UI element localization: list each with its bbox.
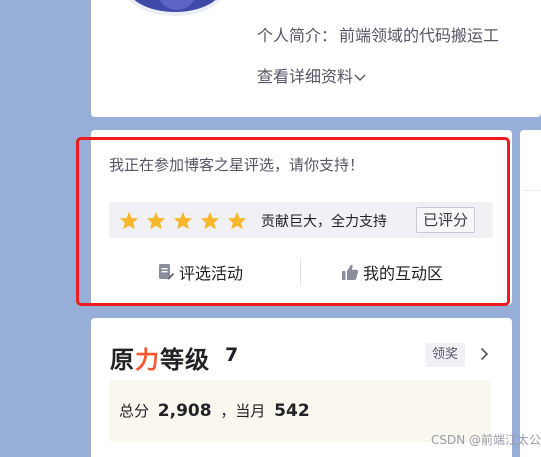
rated-badge: 已评分	[416, 207, 476, 233]
vote-activity-label: 评选活动	[179, 264, 244, 283]
thumbs-up-icon	[342, 264, 359, 280]
chevron-right-icon[interactable]	[480, 347, 489, 361]
avatar[interactable]	[123, 0, 227, 16]
bio-label: 个人简介：	[257, 26, 338, 45]
bio-text: 前端领域的代码搬运工	[339, 26, 500, 45]
rating-stars[interactable]	[119, 211, 247, 230]
my-interaction-label: 我的互动区	[363, 264, 444, 283]
watermark: CSDN @前端江太公	[430, 433, 541, 447]
profile-card: 个人简介： 前端领域的代码搬运工 查看详细资料	[91, 0, 541, 117]
star-icon[interactable]	[173, 211, 193, 230]
star-icon[interactable]	[227, 211, 247, 230]
level-logo: 原力等级	[110, 340, 210, 375]
action-divider	[300, 258, 301, 286]
view-details-label: 查看详细资料	[257, 67, 354, 86]
profile-bio: 个人简介： 前端领域的代码搬运工	[257, 22, 499, 46]
my-interaction-link[interactable]: 我的互动区	[341, 260, 443, 284]
side-card-partial	[520, 130, 541, 457]
level-logo-part1: 原	[110, 346, 135, 374]
star-icon[interactable]	[200, 211, 220, 230]
total-score-label: 总分	[119, 402, 150, 420]
blog-star-card: 我正在参加博客之星评选，请你支持！ 贡献巨大，全力支持 已评分 评选活动 我的互…	[91, 130, 512, 305]
level-logo-accent: 力	[135, 346, 160, 374]
claim-reward-button[interactable]: 领奖	[425, 343, 466, 367]
blog-star-title: 我正在参加博客之星评选，请你支持！	[109, 156, 365, 174]
total-score-value: 2,908	[157, 401, 212, 421]
stats-line: 总分 2,908 ，当月 542	[119, 400, 314, 421]
divider	[524, 190, 541, 191]
rating-bar: 贡献巨大，全力支持 已评分	[109, 202, 493, 238]
vote-activity-link[interactable]: 评选活动	[157, 260, 243, 284]
star-icon[interactable]	[119, 211, 139, 230]
rating-text: 贡献巨大，全力支持	[261, 214, 387, 230]
month-score-label: ，当月	[220, 402, 266, 420]
edit-document-icon	[159, 264, 175, 280]
month-score-value: 542	[274, 401, 310, 421]
level-logo-part2: 等级	[160, 346, 210, 374]
chevron-down-icon	[354, 74, 366, 81]
view-details-link[interactable]: 查看详细资料	[257, 63, 366, 87]
level-value: 7	[225, 344, 239, 366]
star-icon[interactable]	[146, 211, 166, 230]
